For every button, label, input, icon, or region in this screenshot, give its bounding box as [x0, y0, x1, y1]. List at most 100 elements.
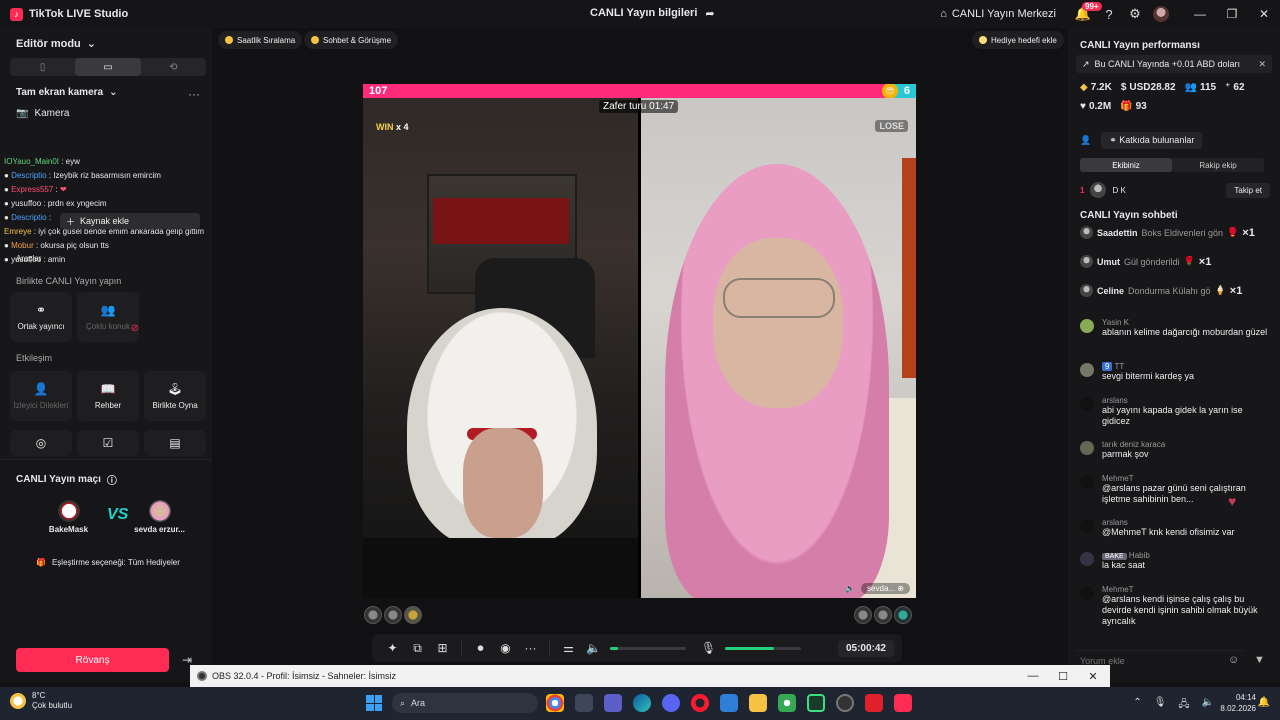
avatar[interactable]: [874, 606, 892, 624]
left-panel: Editör modu ⌄ ▯ ▭ ⟲ Tam ekran kamera ⌄ ·…: [0, 28, 212, 682]
opponent-name-tag[interactable]: sevda... ⊕: [861, 583, 910, 594]
folder-icon[interactable]: [749, 694, 767, 712]
performance-title: CANLI Yayın performansı: [1080, 40, 1200, 51]
book-icon: 📖: [100, 382, 116, 396]
magic-wand-icon[interactable]: ✦: [380, 641, 405, 655]
follow-button[interactable]: Takip et: [1226, 182, 1270, 198]
profile-button[interactable]: [1148, 0, 1174, 28]
hourly-ranking-button[interactable]: Saatlik Sıralama: [218, 31, 303, 49]
inbox-icon: ▤: [169, 436, 181, 450]
opera-icon[interactable]: [691, 694, 709, 712]
help-icon: ?: [1105, 6, 1113, 22]
obs-icon[interactable]: [836, 694, 854, 712]
viewer-requests-button[interactable]: 👤 İzleyici Dilekleri: [10, 371, 72, 421]
mic-volume-slider[interactable]: [725, 646, 801, 650]
taskbar-search[interactable]: ⌕ Ara: [392, 693, 538, 713]
contributors-button[interactable]: ⚭ Katkıda bulunanlar: [1101, 132, 1203, 149]
close-button[interactable]: ✕: [1248, 0, 1280, 28]
avatar[interactable]: [404, 606, 422, 624]
speaker-icon[interactable]: 🔈: [1202, 697, 1214, 714]
notification-icon[interactable]: 🔔: [1258, 697, 1270, 708]
add-source-button[interactable]: ＋ Kaynak ekle: [60, 213, 200, 229]
obs-minimize-button[interactable]: —: [1018, 665, 1048, 687]
landscape-option[interactable]: ▭: [75, 58, 141, 76]
edge-icon[interactable]: [633, 694, 651, 712]
record-icon[interactable]: ⏺: [468, 641, 493, 656]
microphone-icon[interactable]: 🎙: [696, 641, 721, 655]
tiktok-icon[interactable]: [894, 694, 912, 712]
speaker-volume-slider[interactable]: [610, 646, 686, 650]
rotate-option[interactable]: ⟲: [141, 58, 206, 76]
store-icon[interactable]: [575, 694, 593, 712]
help-icon[interactable]: ⓘ: [107, 472, 117, 487]
gift-goal-button[interactable]: Hediye hedefi ekle: [972, 31, 1064, 49]
host-video: WIN x 4: [363, 98, 638, 598]
emoji-icon[interactable]: ☺: [1228, 654, 1239, 666]
target-button[interactable]: ◎: [10, 430, 72, 456]
microphone-icon[interactable]: 🎙: [1154, 697, 1167, 714]
network-icon[interactable]: 🖧: [1178, 697, 1189, 714]
avatar[interactable]: [384, 606, 402, 624]
user-plus-icon[interactable]: 👤: [1080, 135, 1091, 146]
live-center-link[interactable]: ⌂ CANLI Yayın Merkezi: [940, 8, 1056, 20]
avatar[interactable]: [854, 606, 872, 624]
opponent-top-gifters: [854, 606, 912, 624]
filter-icon[interactable]: ▼: [1254, 654, 1265, 666]
match-title: CANLI Yayın maçı: [16, 474, 101, 485]
help-button[interactable]: ?: [1096, 0, 1122, 28]
tab-your-team[interactable]: Ekibiniz: [1080, 158, 1172, 172]
notifications-button[interactable]: 🔔 99+: [1070, 0, 1102, 28]
rose-icon: 🌹: [1183, 256, 1195, 266]
live-info-link[interactable]: CANLI Yayın bilgileri ➦: [590, 7, 715, 20]
coin-icon: [311, 36, 319, 44]
chat-meet-button[interactable]: Sohbet & Görüşme: [304, 31, 399, 49]
more-options-icon[interactable]: ···: [188, 87, 200, 101]
play-together-button[interactable]: 🕹 Birlikte Oyna: [144, 371, 206, 421]
discord-icon[interactable]: [662, 694, 680, 712]
obs-window-titlebar[interactable]: OBS 32.0.4 - Profil: İsimsiz - Sahneler:…: [190, 665, 1110, 687]
mail-icon[interactable]: [720, 694, 738, 712]
avatar[interactable]: [894, 606, 912, 624]
mixer-icon[interactable]: ⚌: [556, 641, 581, 655]
more-icon[interactable]: ···: [518, 641, 543, 655]
rematch-button[interactable]: Rövanş: [16, 648, 169, 672]
effects-icon[interactable]: ⧉: [405, 641, 430, 656]
checklist-button[interactable]: ☑: [77, 430, 139, 456]
list-item: MehmeT @arslans kendi işinse çalış çalış …: [1080, 585, 1270, 627]
chrome-profile-icon[interactable]: [778, 694, 796, 712]
avatar[interactable]: [364, 606, 382, 624]
maximize-button[interactable]: ❐: [1216, 0, 1248, 28]
obs-close-button[interactable]: ✕: [1078, 665, 1108, 687]
guide-button[interactable]: 📖 Rehber: [77, 371, 139, 421]
screen-icon[interactable]: ⊞: [430, 641, 455, 655]
performance-stats-row2: ♥ 0.2M 🎁 93: [1080, 101, 1276, 112]
weather-widget[interactable]: 8°C Çok bulutlu: [10, 691, 72, 711]
settings-button[interactable]: ⚙: [1122, 0, 1148, 28]
live-center-label: CANLI Yayın Merkezi: [951, 8, 1056, 20]
minimize-button[interactable]: —: [1184, 0, 1216, 28]
teams-icon[interactable]: [604, 694, 622, 712]
chevron-up-icon[interactable]: ⌃: [1133, 697, 1141, 714]
list-item: MehmeT @arslans pazar günü seni çalıştıra…: [1080, 474, 1270, 505]
speaker-icon[interactable]: 🔈: [845, 584, 855, 593]
youtube-icon[interactable]: [865, 694, 883, 712]
inbox-button[interactable]: ▤: [144, 430, 206, 456]
source-camera[interactable]: 📷 Kamera: [16, 108, 69, 119]
cohost-button[interactable]: ⚭ Ortak yayıncı: [10, 292, 72, 342]
close-icon[interactable]: ✕: [1258, 59, 1266, 70]
elapsed-time: 05:00:42: [837, 639, 894, 657]
chrome-icon[interactable]: [546, 694, 564, 712]
speaker-icon[interactable]: 🔈: [581, 641, 606, 655]
editor-mode-dropdown[interactable]: Editör modu ⌄: [16, 37, 96, 51]
scene-dropdown[interactable]: Tam ekran kamera ⌄: [16, 87, 117, 98]
capture-icon[interactable]: ◉: [493, 641, 518, 655]
start-button[interactable]: [366, 695, 382, 711]
taskbar-clock[interactable]: 04:14 8.02.2026: [1220, 692, 1256, 714]
app-icon[interactable]: [807, 694, 825, 712]
tab-rival-team[interactable]: Rakip ekip: [1172, 158, 1264, 172]
multi-guest-button[interactable]: 👥 Çoklu konuk ⊘: [77, 292, 139, 342]
match-option[interactable]: 🎁 Eşleştirme seçeneği: Tüm Hediyeler: [36, 558, 180, 567]
viewers-stat: 👥 115: [1184, 82, 1217, 93]
portrait-option[interactable]: ▯: [10, 58, 75, 76]
obs-maximize-button[interactable]: ☐: [1048, 665, 1078, 687]
